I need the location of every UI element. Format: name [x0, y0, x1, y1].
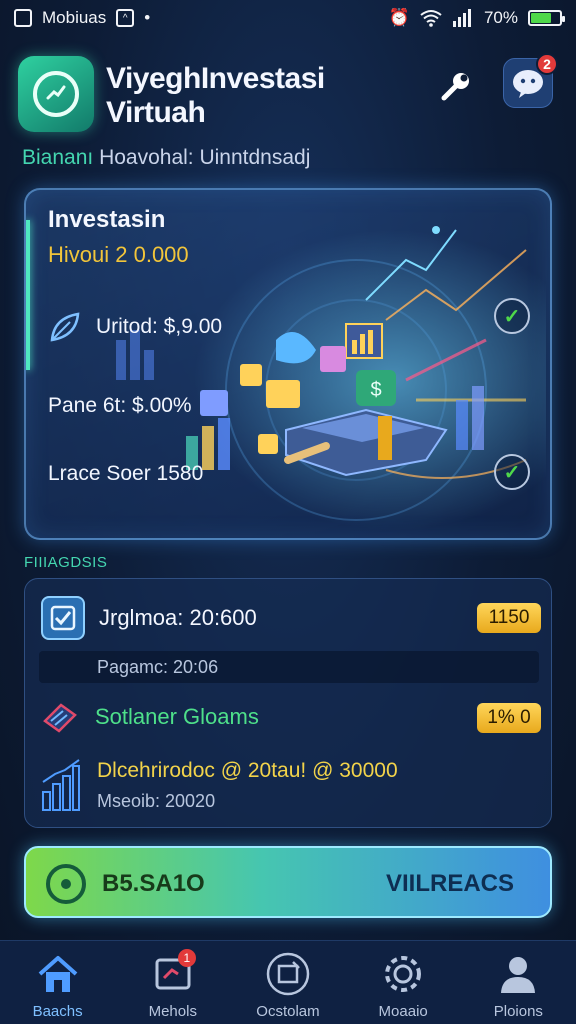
subtitle-value: Hoavohal: Uinntdnsadj: [99, 146, 311, 169]
bottom-navigation: Baachs 1 Mehols Ocstolam Moaaio Ploions: [0, 940, 576, 1024]
gear-icon: [380, 951, 426, 997]
hero-row-2: Pane 6t: $.00%: [48, 394, 192, 418]
app-logo[interactable]: [18, 56, 94, 132]
target-icon: [46, 864, 86, 904]
hero-row-3-text: Lrace Soer 1580: [48, 462, 204, 485]
alarm-icon: ⏰: [388, 8, 410, 27]
check-icon[interactable]: ✓: [494, 298, 530, 334]
home-icon: [35, 951, 81, 997]
list-item[interactable]: Sotlaner Gloams 1% 0: [41, 697, 541, 737]
list-item-text: Dlcehrirodoc @ 20tau! @ 30000: [97, 758, 398, 782]
subtitle-label: Biananı: [22, 146, 94, 169]
nav-label: Baachs: [32, 1003, 83, 1020]
hero-row-1-text: Uritod: $,9.00: [96, 315, 223, 338]
screenshot-icon: [14, 9, 32, 27]
hero-row-1: Uritod: $,9.00: [48, 310, 222, 344]
transactions-card: Jrglmoa: 20:600 1150 Pagamc: 20:06 Sotla…: [24, 578, 552, 828]
tools-button[interactable]: [430, 62, 480, 112]
list-item-subtext: Mseoib: 20020: [97, 790, 216, 811]
nav-item-messages[interactable]: 1 Mehols: [118, 949, 228, 1020]
frame-icon: [265, 951, 311, 997]
card-stack-icon: [43, 703, 77, 733]
nav-label: Ploions: [493, 1003, 543, 1020]
wrench-icon: [441, 73, 469, 101]
user-icon: [495, 951, 541, 997]
nav-item-home[interactable]: Baachs: [3, 951, 113, 1020]
amount-badge: 1150: [477, 603, 541, 633]
notification-caret-icon: ^: [116, 9, 135, 27]
nav-label: Ocstolam: [256, 1003, 320, 1020]
app-title: ViyeghInvestasi Virtuah: [106, 62, 325, 129]
logo-mark-icon: [33, 71, 79, 117]
carrier-name: Mobiuas: [42, 8, 107, 27]
list-item-subtext: Pagamc: 20:06: [97, 657, 219, 677]
nav-label: Moaaio: [378, 1003, 428, 1020]
list-item[interactable]: Dlcehrirodoc @ 20tau! @ 30000 Mseoib: 20…: [41, 755, 541, 815]
nav-item-center[interactable]: Ocstolam: [233, 951, 343, 1020]
subtitle-row: Biananı Hoavohal: Uinntdnsadj: [22, 146, 310, 170]
hero-row-2-text: Pane 6t: $.00%: [48, 394, 192, 417]
hero-amount: Hivoui 2 0.000: [48, 242, 189, 267]
nav-item-profile[interactable]: Ploions: [463, 951, 573, 1020]
bar-chart-icon: [42, 759, 80, 811]
wallet-action-bar[interactable]: B5.SA1O VIILREACS: [24, 846, 552, 918]
hero-title: Investasin: [48, 206, 166, 233]
messages-button[interactable]: 2: [503, 53, 558, 108]
battery-percent: 70%: [483, 8, 518, 27]
list-item-text: Sotlaner Gloams: [95, 704, 259, 729]
battery-icon: [528, 10, 565, 26]
list-item[interactable]: Jrglmoa: 20:600 1150: [41, 595, 541, 641]
wallet-amount: B5.SA1O: [102, 870, 205, 897]
svg-text:$: $: [370, 379, 381, 401]
dot-icon: •: [144, 8, 151, 27]
wallet-action-label[interactable]: VIILREACS: [386, 870, 514, 898]
nav-label: Mehols: [148, 1003, 197, 1020]
percent-badge: 1% 0: [477, 703, 541, 733]
list-item-text: Jrglmoa: 20:600: [99, 605, 257, 630]
leaf-icon: [50, 312, 80, 342]
wifi-icon: [420, 10, 442, 27]
hero-row-3: Lrace Soer 1580: [48, 462, 203, 486]
notification-badge: 2: [536, 53, 558, 75]
checkbox-icon: [41, 596, 85, 640]
status-bar: Mobiuas ^ • ⏰ 70%: [0, 0, 576, 36]
nav-item-settings[interactable]: Moaaio: [348, 951, 458, 1020]
nav-badge: 1: [177, 949, 196, 967]
accent-bar: [26, 220, 30, 370]
section-label: FIIIAGDSIS: [24, 554, 108, 571]
investment-hero-card[interactable]: $ Investasin Hivoui 2 0.000 Uritod: $,9.…: [24, 188, 552, 540]
inbox-icon: 1: [150, 949, 196, 997]
check-icon[interactable]: ✓: [494, 454, 530, 490]
signal-icon: [452, 9, 471, 27]
